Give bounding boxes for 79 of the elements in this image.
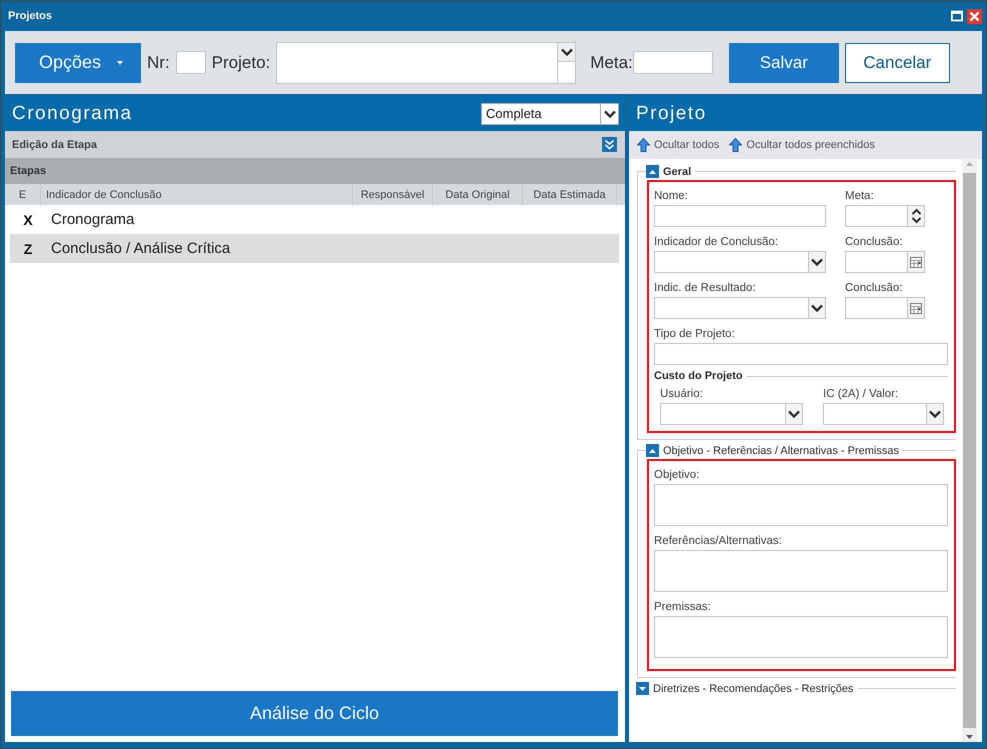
field-label: Nome: [654, 188, 689, 204]
dropdown-field[interactable] [654, 251, 826, 273]
chevron-down-icon [811, 258, 823, 266]
panel-title: Cronograma [12, 102, 133, 124]
section-title: Diretrizes - Recomendações - Restrições [653, 682, 854, 694]
toggle-button[interactable] [646, 165, 659, 178]
section-title: Objetivo - Referências / Alternativas - Premissas [663, 444, 899, 456]
project-dropdown[interactable] [276, 42, 576, 84]
table-cell-text: X [22, 212, 34, 228]
meta-label: Meta: [590, 52, 633, 72]
field-label: Objetivo: [654, 468, 700, 482]
table-cell-text: Z [22, 240, 34, 256]
chevron-down-icon [788, 410, 800, 418]
section-bar-title: Edição da Etapa [12, 138, 97, 150]
meta-field[interactable] [632, 51, 713, 74]
field-label: IC (2A) / Valor: [823, 386, 900, 402]
chevron-down-icon [604, 110, 616, 118]
dropdown-field[interactable] [660, 403, 803, 425]
field-label: Tipo de Projeto: [654, 326, 736, 342]
spinner-arrows-icon[interactable] [910, 208, 922, 224]
number-field[interactable] [845, 205, 925, 227]
column-header[interactable]: Data Original [433, 184, 523, 205]
window-title: Projetos [7, 10, 52, 22]
text-area[interactable] [654, 616, 948, 658]
triangle-down-icon [638, 684, 647, 692]
nr-field[interactable] [176, 51, 206, 74]
chevron-down-icon [929, 410, 941, 418]
toggle-button[interactable] [646, 444, 659, 457]
column-header[interactable]: Data Estimada [523, 184, 617, 205]
column-header[interactable]: Indicador de Conclusão [41, 184, 353, 205]
scrollbar[interactable] [962, 159, 977, 742]
text-area[interactable] [654, 484, 948, 526]
field-label: Meta: [845, 188, 875, 204]
field-label: Referências/Alternativas: [654, 534, 783, 548]
project-label: Projeto: [212, 52, 270, 72]
table-cell-text: Conclusão / Análise Crítica [50, 240, 230, 257]
close-button[interactable] [967, 8, 982, 24]
field-label: Conclusão: [845, 234, 904, 250]
view-dropdown[interactable]: Completa [481, 102, 619, 124]
field-label: Premissas: [654, 600, 712, 614]
text-area[interactable] [654, 550, 948, 592]
triangle-up-icon [648, 446, 657, 454]
triangle-up-icon [648, 168, 657, 176]
field-label: Usuário: [660, 386, 704, 402]
options-button[interactable]: Opções [15, 42, 141, 82]
chevron-down-icon [811, 304, 823, 312]
group-title: Custo do Projeto [654, 370, 743, 382]
cycle-analysis-button[interactable]: Análise do Ciclo [11, 691, 618, 736]
hide-button[interactable]: Ocultar todos preenchidos [729, 138, 875, 152]
chevron-down-icon [560, 48, 573, 56]
date-field[interactable] [845, 297, 925, 319]
table-row[interactable]: X Cronograma [10, 205, 619, 234]
field-label: Indic. de Resultado: [654, 280, 757, 296]
cancel-button[interactable]: Cancelar [844, 42, 950, 82]
calendar-icon[interactable] [910, 256, 922, 268]
dropdown-field[interactable] [654, 297, 826, 319]
text-field[interactable] [654, 343, 948, 365]
group-header-title: Etapas [10, 165, 46, 177]
panel-title: Projeto [636, 102, 707, 124]
toggle-button[interactable] [636, 682, 649, 695]
table-cell-text: Cronograma [50, 211, 134, 228]
caret-icon [117, 60, 124, 64]
calendar-icon[interactable] [910, 302, 922, 314]
table-row[interactable]: Z Conclusão / Análise Crítica [10, 234, 619, 263]
hide-button[interactable]: Ocultar todos [637, 138, 720, 152]
text-field[interactable] [654, 205, 826, 227]
up-arrow-icon [637, 138, 650, 152]
section-title: Geral [663, 166, 692, 178]
field-label: Conclusão: [845, 280, 904, 296]
field-label: Indicador de Conclusão: [654, 234, 780, 250]
expand-button[interactable] [602, 137, 617, 152]
save-button[interactable]: Salvar [728, 42, 839, 82]
maximize-icon[interactable] [951, 10, 963, 22]
column-header[interactable]: E [5, 184, 41, 205]
column-header[interactable]: Responsável [353, 184, 433, 205]
dropdown-field[interactable] [823, 403, 944, 425]
up-arrow-icon [729, 138, 742, 152]
date-field[interactable] [845, 251, 925, 273]
nr-label: Nr: [147, 52, 170, 72]
